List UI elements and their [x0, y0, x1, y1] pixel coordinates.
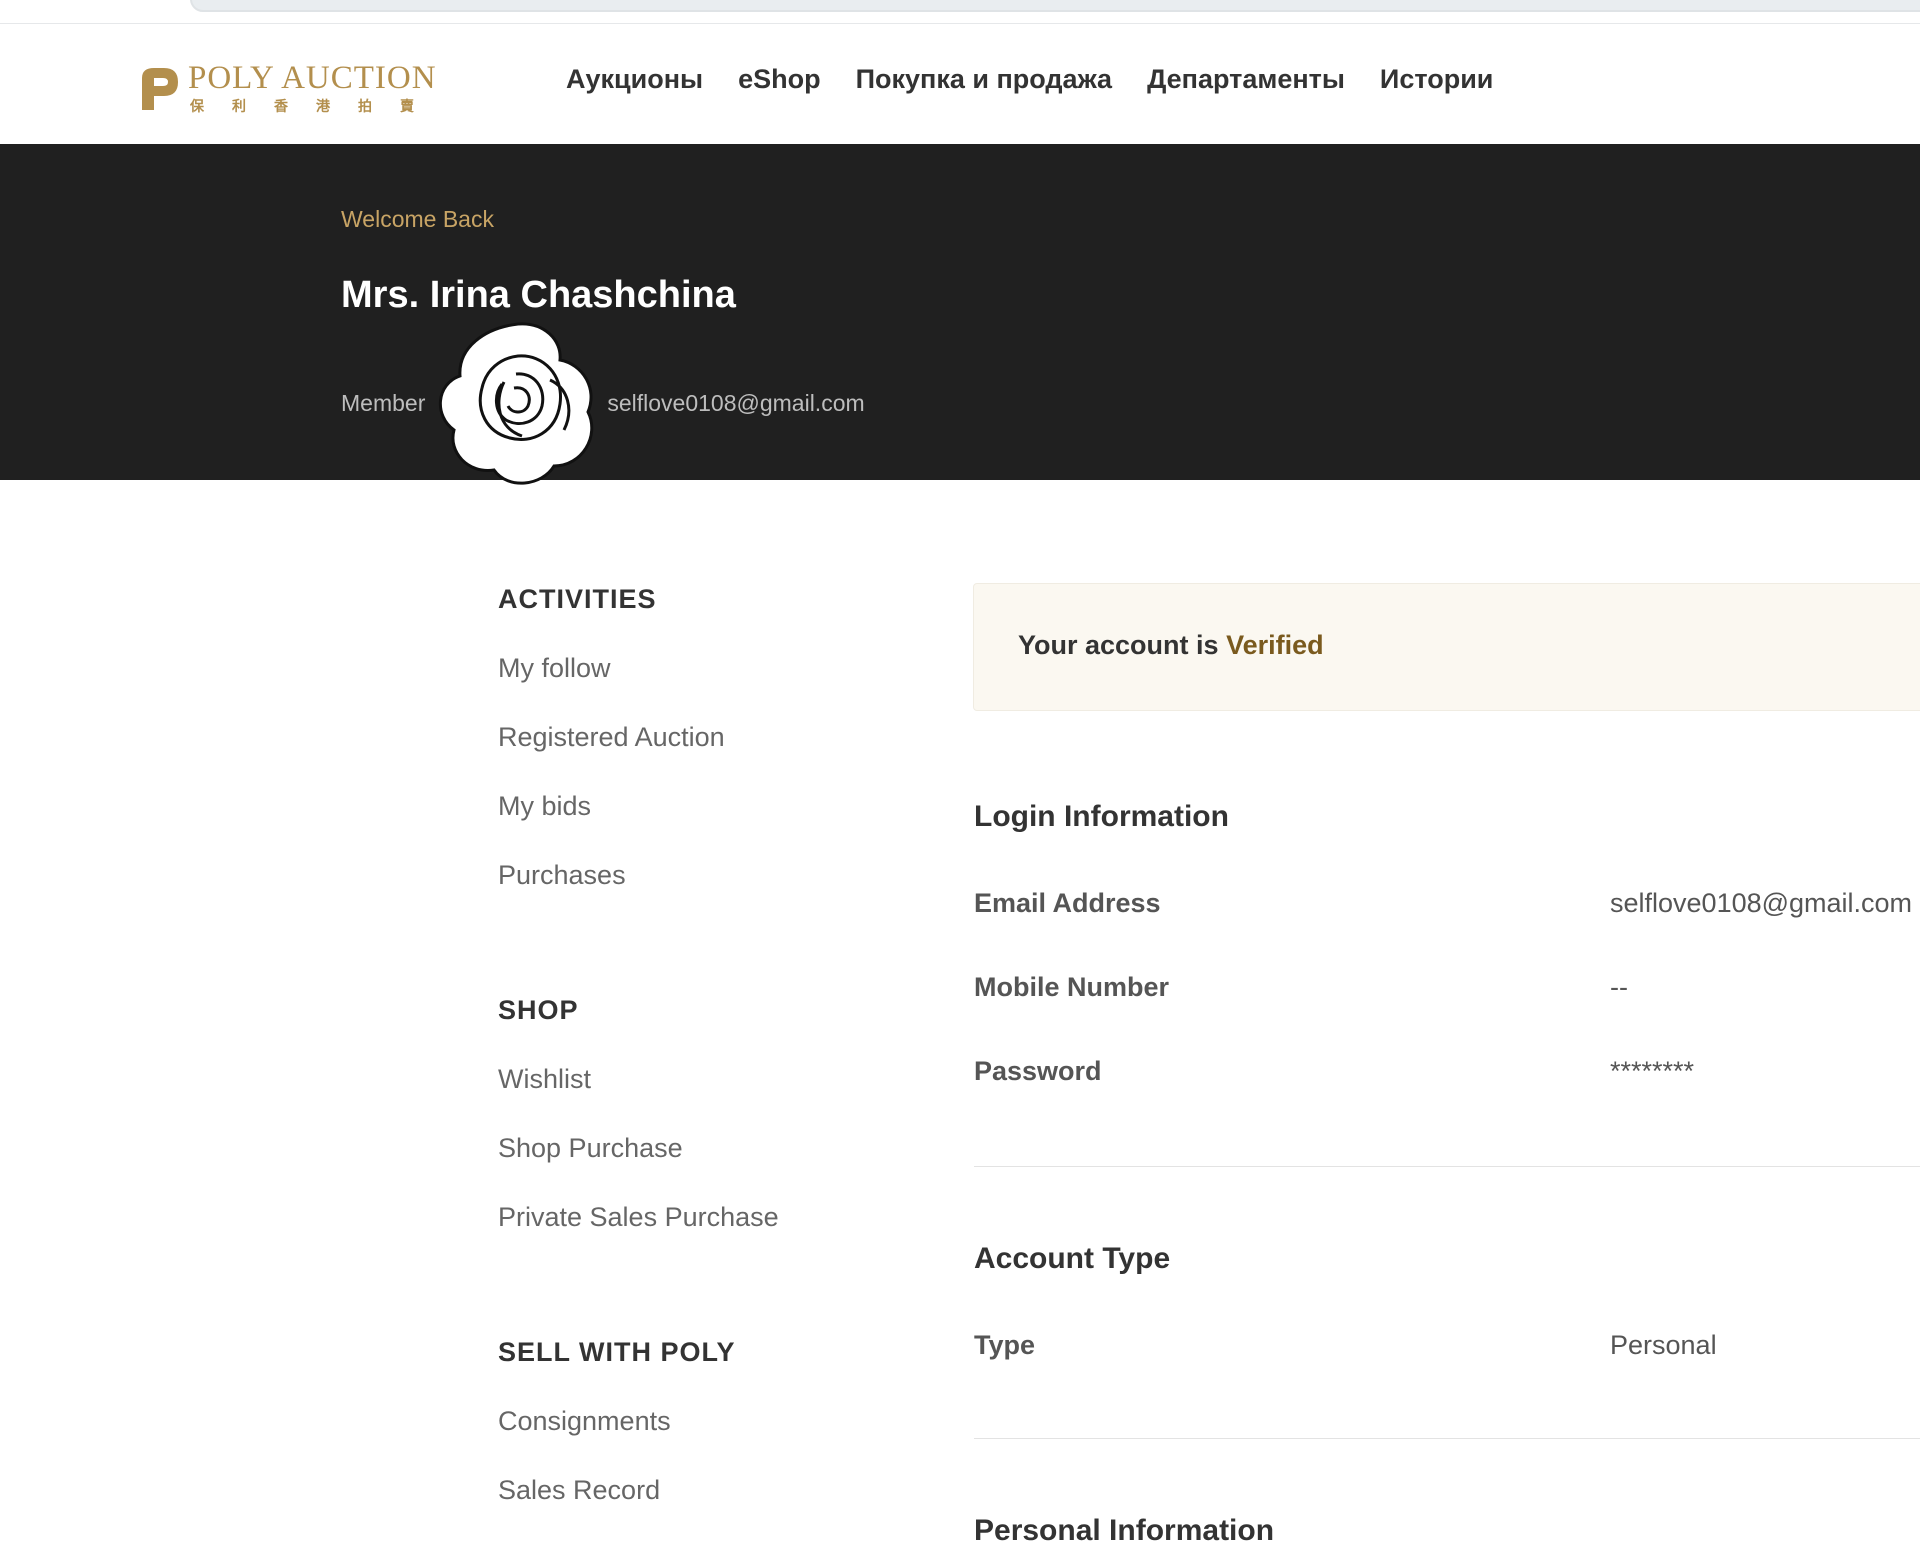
password-value: ********: [1610, 1056, 1695, 1086]
type-label: Type: [974, 1330, 1036, 1360]
sidebar-item-consignments[interactable]: Consignments: [498, 1406, 898, 1437]
address-bar[interactable]: [190, 0, 1920, 12]
top-navigation: POLY AUCTION 保利香港拍賣 Аукционы eShop Покуп…: [0, 24, 1920, 144]
mobile-label: Mobile Number: [974, 972, 1170, 1002]
mobile-value: --: [1610, 972, 1628, 1002]
nav-auctions[interactable]: Аукционы: [566, 64, 703, 95]
account-type-title: Account Type: [974, 1242, 1171, 1275]
sidebar-item-purchases[interactable]: Purchases: [498, 860, 898, 891]
user-name: Mrs. Irina Chashchina: [341, 274, 736, 316]
nav-eshop[interactable]: eShop: [738, 64, 821, 95]
sidebar-group-activities: ACTIVITIES: [498, 584, 657, 614]
poly-auction-logo[interactable]: POLY AUCTION 保利香港拍賣: [138, 58, 508, 120]
email-value: selflove0108@gmail.com: [1610, 888, 1913, 918]
poly-p-logo-icon: [142, 68, 178, 110]
account-status-badge: Verified: [1226, 630, 1324, 660]
sidebar-item-shop-purchase[interactable]: Shop Purchase: [498, 1133, 898, 1164]
sidebar-item-my-follow[interactable]: My follow: [498, 653, 898, 684]
login-info-divider: [974, 1166, 1920, 1167]
sidebar-item-my-bids[interactable]: My bids: [498, 791, 898, 822]
sidebar-group-shop: SHOP: [498, 995, 579, 1025]
nav-departments[interactable]: Департаменты: [1147, 64, 1345, 95]
welcome-text: Welcome Back: [341, 206, 494, 232]
sidebar-item-sales-record[interactable]: Sales Record: [498, 1475, 898, 1506]
user-email: selflove0108@gmail.com: [607, 390, 865, 416]
sidebar-item-private-sales-purchase[interactable]: Private Sales Purchase: [498, 1202, 898, 1233]
login-info-title: Login Information: [974, 800, 1229, 833]
password-label: Password: [974, 1056, 1102, 1086]
account-type-divider: [974, 1438, 1920, 1439]
sidebar-item-wishlist[interactable]: Wishlist: [498, 1064, 898, 1095]
logo-chinese-text: 保利香港拍賣: [190, 98, 442, 114]
main-menu: Аукционы eShop Покупка и продажа Департа…: [566, 64, 1493, 95]
browser-address-strip: [0, 0, 1920, 24]
nav-stories[interactable]: Истории: [1380, 64, 1493, 95]
account-status-text: Your account is Verified: [1018, 630, 1324, 661]
member-label: Member: [341, 390, 426, 416]
email-label: Email Address: [974, 888, 1161, 918]
account-sidebar: ACTIVITIES My follow Registered Auction …: [498, 584, 898, 1506]
sidebar-group-sell: SELL WITH POLY: [498, 1337, 736, 1367]
personal-info-title: Personal Information: [974, 1514, 1275, 1547]
sidebar-item-registered-auction[interactable]: Registered Auction: [498, 722, 898, 753]
logo-wordmark: POLY AUCTION: [188, 60, 437, 96]
type-value: Personal: [1610, 1330, 1717, 1360]
rose-icon: [439, 322, 594, 485]
account-status-box: Your account is Verified: [973, 583, 1920, 711]
nav-buy-sell[interactable]: Покупка и продажа: [856, 64, 1112, 95]
account-status-prefix: Your account is: [1018, 630, 1219, 660]
welcome-banner: Welcome Back Mrs. Irina Chashchina Membe…: [0, 144, 1920, 480]
